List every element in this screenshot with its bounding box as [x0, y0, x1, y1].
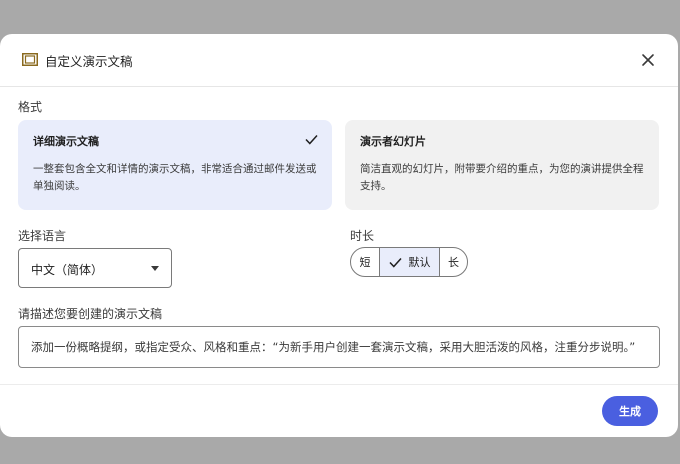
dropdown-arrow-icon	[151, 266, 159, 271]
duration-option-short[interactable]: 短	[351, 248, 380, 276]
format-option-description: 一整套包含全文和详情的演示文稿，非常适合通过邮件发送或单独阅读。	[33, 163, 317, 192]
checkmark-icon	[305, 134, 318, 145]
duration-option-label: 长	[448, 256, 459, 269]
format-option-detailed[interactable]: 详细演示文稿 一整套包含全文和详情的演示文稿，非常适合通过邮件发送或单独阅读。	[18, 120, 332, 210]
format-option-title: 详细演示文稿	[33, 135, 99, 148]
duration-option-label: 默认	[408, 256, 431, 269]
duration-option-label: 短	[359, 256, 371, 269]
description-label: 请描述您要创建的演示文稿	[18, 307, 163, 321]
format-option-description: 简洁直观的幻灯片，附带要介绍的重点，为您的演讲提供全程支持。	[360, 163, 644, 192]
language-select[interactable]: 中文（简体）	[18, 248, 172, 288]
language-selected-value: 中文（简体）	[31, 263, 104, 277]
generate-button[interactable]: 生成	[602, 396, 658, 426]
dialog-footer-divider	[0, 384, 678, 385]
dialog-title: 自定义演示文稿	[45, 54, 133, 69]
customize-presentation-dialog: 自定义演示文稿 格式 详细演示文稿 一整套包含全文和详情的演示文稿，非常适合通过…	[0, 34, 678, 437]
description-input[interactable]	[18, 326, 660, 368]
duration-label: 时长	[350, 229, 375, 243]
format-label: 格式	[18, 100, 43, 114]
duration-segmented-control: 短 默认 长	[350, 247, 468, 277]
duration-option-long[interactable]: 长	[440, 248, 467, 276]
checkmark-icon	[388, 257, 402, 268]
format-option-title: 演示者幻灯片	[360, 135, 426, 148]
close-icon[interactable]	[638, 50, 658, 70]
duration-option-default[interactable]: 默认	[380, 248, 440, 276]
language-label: 选择语言	[18, 229, 67, 243]
dialog-header: 自定义演示文稿	[0, 34, 678, 87]
format-option-presenter[interactable]: 演示者幻灯片 简洁直观的幻灯片，附带要介绍的重点，为您的演讲提供全程支持。	[345, 120, 659, 210]
slides-icon	[22, 53, 38, 66]
